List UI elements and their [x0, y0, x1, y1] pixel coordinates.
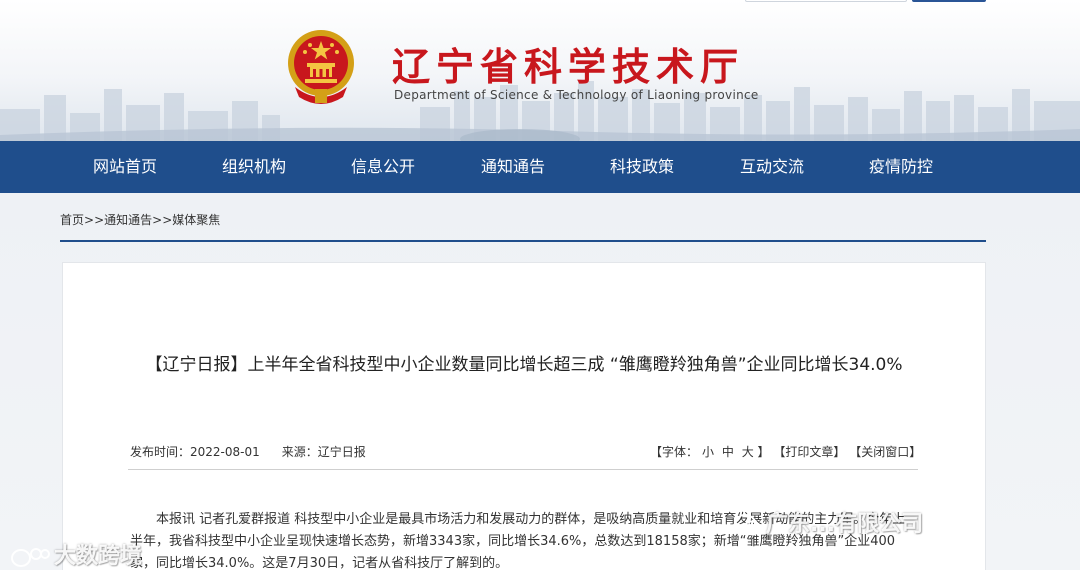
font-medium-button[interactable]: 中: [722, 445, 734, 459]
source-label: 来源：: [281, 445, 318, 459]
nav-item-info-disclosure[interactable]: 信息公开: [351, 141, 415, 193]
close-window-button[interactable]: 【关闭窗口】: [849, 445, 921, 459]
watermark-right-text: 广东...有限公司: [766, 512, 924, 537]
nav-item-epidemic[interactable]: 疫情防控: [869, 141, 933, 193]
watermark-right: 广东...有限公司: [734, 506, 923, 538]
print-article-button[interactable]: 【打印文章】: [773, 445, 845, 459]
watermark-left: 大数跨境: [10, 538, 142, 570]
breadcrumb-separator: >>: [84, 213, 105, 227]
breadcrumb: 首页>>通知通告>>媒体聚焦: [60, 211, 220, 228]
top-search-input[interactable]: [745, 0, 907, 2]
national-emblem-icon: [288, 30, 354, 104]
wechat-icon: [734, 514, 761, 536]
font-large-button[interactable]: 大: [742, 445, 754, 459]
breadcrumb-home[interactable]: 首页: [60, 213, 84, 227]
breadcrumb-media-focus[interactable]: 媒体聚焦: [172, 213, 220, 227]
nav-item-notices[interactable]: 通知通告: [481, 141, 545, 193]
publish-date-label: 发布时间：: [130, 445, 191, 459]
site-subtitle: Department of Science & Technology of Li…: [394, 88, 759, 102]
breadcrumb-separator: >>: [152, 213, 173, 227]
font-size-close: 】: [757, 445, 770, 459]
meta-divider: [128, 469, 918, 470]
nav-item-interaction[interactable]: 互动交流: [740, 141, 804, 193]
breadcrumb-divider: [60, 240, 986, 242]
main-nav: 网站首页 组织机构 信息公开 通知通告 科技政策 互动交流 疫情防控: [0, 141, 1080, 193]
font-size-label: 【字体：: [650, 445, 699, 459]
weibo-icon: [11, 548, 50, 567]
font-small-button[interactable]: 小: [702, 445, 714, 459]
watermark-left-text: 大数跨境: [54, 544, 143, 569]
site-title: 辽宁省科学技术厅: [392, 45, 745, 89]
article-meta: 发布时间：2022-08-01 来源：辽宁日报: [130, 443, 366, 460]
breadcrumb-notices[interactable]: 通知通告: [104, 213, 152, 227]
nav-item-organization[interactable]: 组织机构: [222, 141, 286, 193]
article-tools: 【字体：小 中 大 】 【打印文章】 【关闭窗口】: [650, 443, 921, 460]
source-value: 辽宁日报: [317, 445, 366, 459]
publish-date: 2022-08-01: [190, 445, 260, 459]
nav-item-home[interactable]: 网站首页: [93, 141, 157, 193]
top-search-button[interactable]: [912, 0, 986, 2]
article-title: 【辽宁日报】上半年全省科技型中小企业数量同比增长超三成 “雏鹰瞪羚独角兽”企业同…: [145, 355, 903, 375]
nav-item-policy[interactable]: 科技政策: [610, 141, 674, 193]
site-header: 辽宁省科学技术厅 Department of Science & Technol…: [0, 0, 1080, 141]
